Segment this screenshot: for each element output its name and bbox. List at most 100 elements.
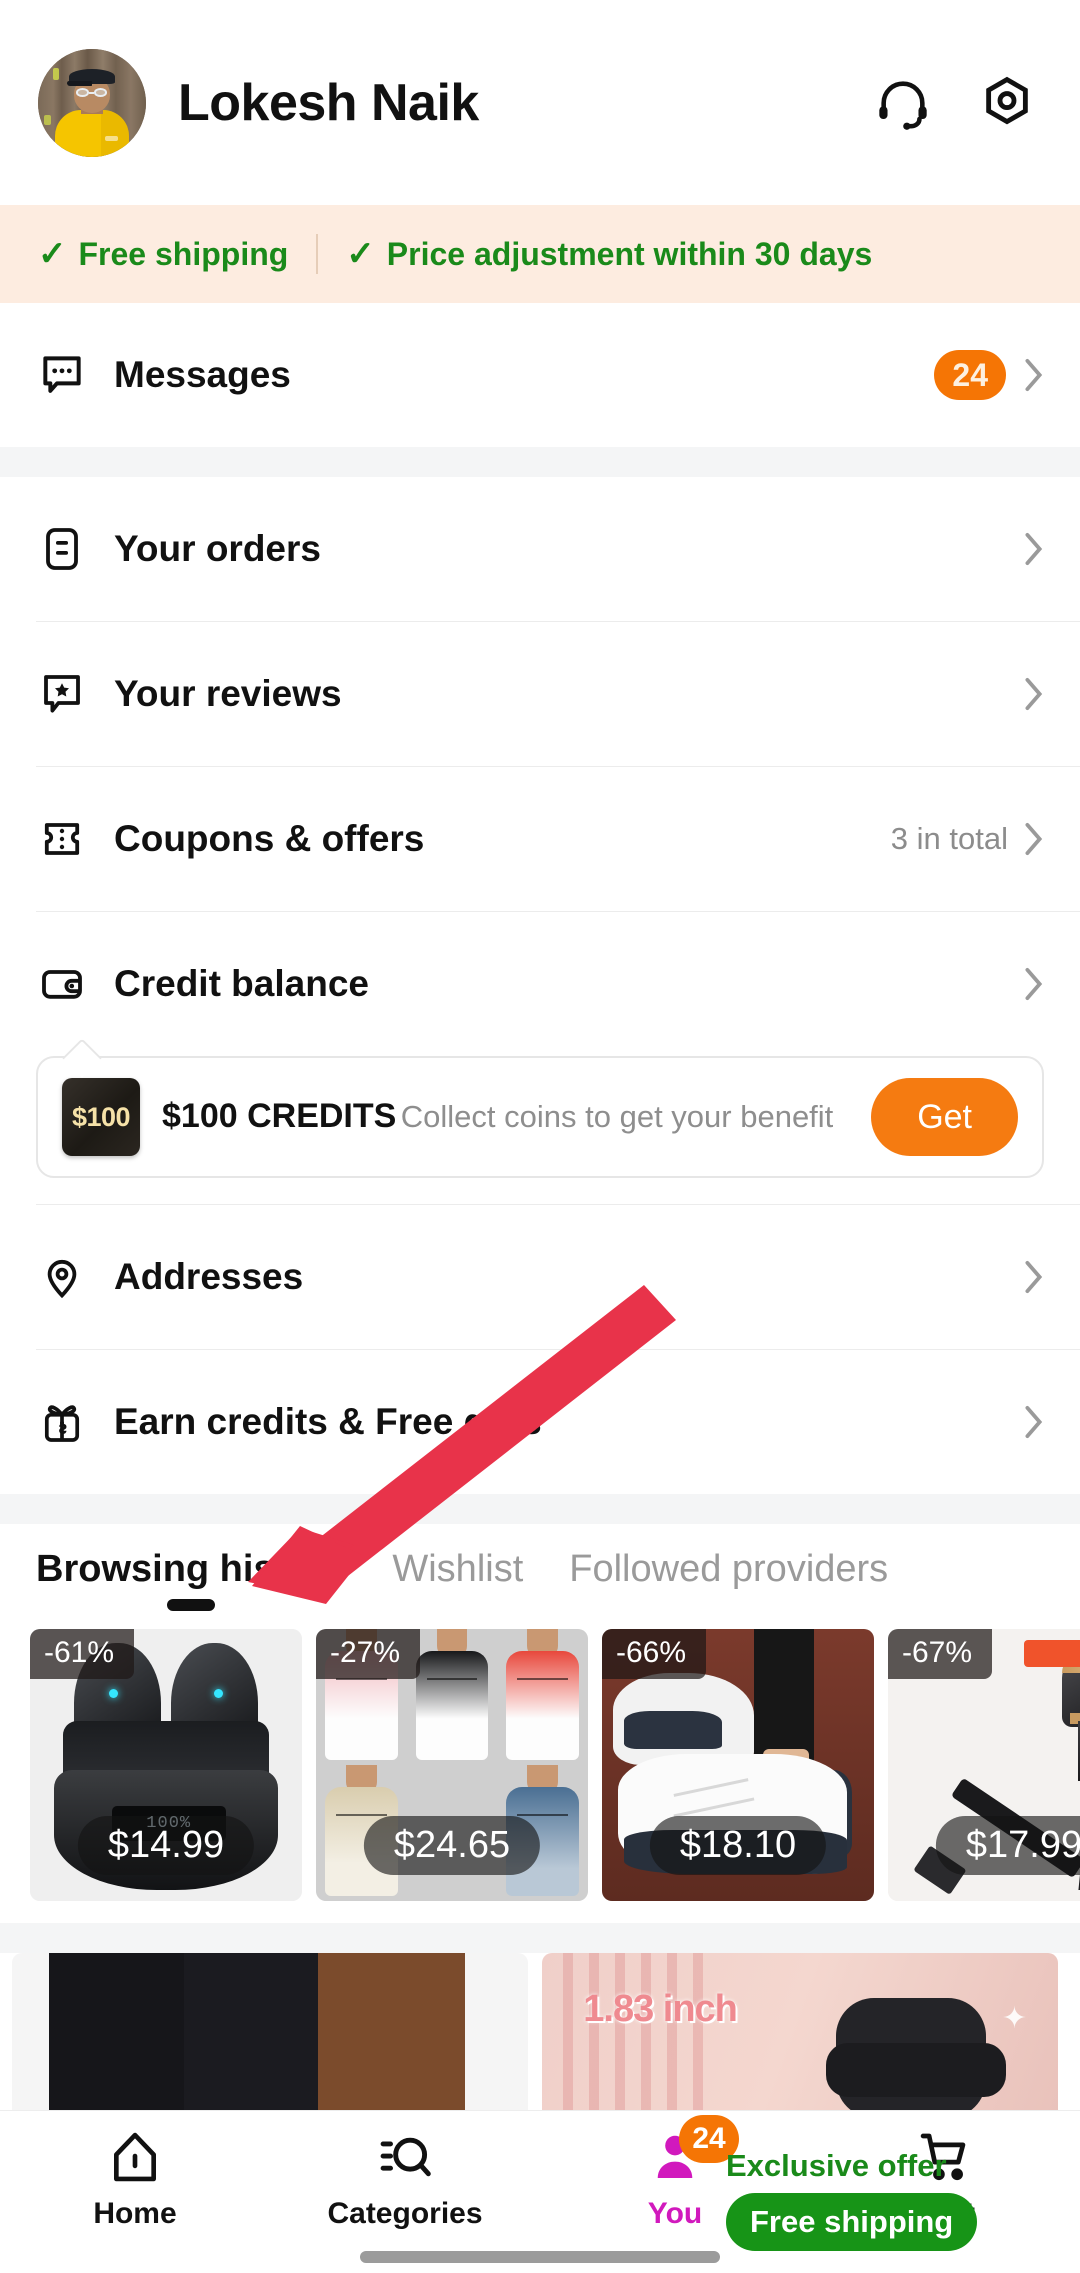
credit-promo-wrap: $100 $100 CREDITS Collect coins to get y… [0,1056,1080,1204]
product-card-vacuum[interactable]: -67% $17.99 [888,1629,1080,1901]
bottom-navigation: Home Categories 24 You Exclusive offer F… [0,2110,1080,2273]
price-label: $24.65 [363,1816,541,1875]
sneaker-back-pattern [623,1710,722,1749]
nav-item-categories[interactable]: Categories [270,2127,540,2231]
review-star-icon [36,668,88,720]
section-gap-3 [0,1923,1080,1953]
get-credits-button[interactable]: Get [871,1078,1018,1156]
chevron-right-icon [1025,1405,1043,1439]
shirt-red [497,1629,588,1765]
section-gap-2 [0,1494,1080,1524]
tab-followed-providers[interactable]: Followed providers [569,1548,888,1613]
chevron-right-icon [1025,677,1043,711]
hexagon-gear-icon[interactable] [972,68,1042,138]
user-name: Lokesh Naik [178,73,479,132]
shirt-black [407,1629,498,1765]
headset-icon[interactable] [868,68,938,138]
avatar[interactable] [38,48,146,157]
product-card-sneakers[interactable]: -66% $18.10 [602,1629,874,1901]
promo-item-free-shipping: ✓ Free shipping [38,236,288,273]
messages-section: Messages 24 [0,303,1080,447]
tab-browsing-history[interactable]: Browsing history [36,1548,346,1613]
nav-item-home[interactable]: Home [0,2127,270,2231]
wallet-icon [36,958,88,1010]
row-right-credit-balance [1024,967,1044,1001]
row-addresses[interactable]: Addresses [0,1205,1080,1349]
recommendation-card-smartwatch[interactable]: 1.83 inch ✦ [542,1953,1058,2113]
recommendations-grid: 1.83 inch ✦ [0,1953,1080,2113]
coupons-count: 3 in total [890,821,1008,856]
shirt-script [335,1813,387,1816]
shirt-black-2 [183,1953,331,2113]
row-messages[interactable]: Messages 24 [0,303,1080,447]
product-card-earbuds[interactable]: 100% -61% $14.99 [30,1629,302,1901]
tab-active-underline [167,1599,216,1611]
free-shipping-pill: Free shipping [726,2193,978,2251]
row-label-messages: Messages [114,354,291,395]
chevron-right-icon [1025,358,1043,392]
earbud-led-left [108,1688,118,1698]
nav-label-categories: Categories [327,2197,483,2230]
avatar-leaf-2 [44,115,52,126]
row-earn-credits-free-gifts[interactable]: Earn credits & Free gifts [0,1350,1080,1494]
row-label-earn-credits-free-gifts: Earn credits & Free gifts [114,1401,542,1442]
receipt-icon [36,523,88,575]
row-label-coupons-offers: Coupons & offers [114,818,425,859]
avatar-leaf-1 [53,67,60,80]
tab-wishlist[interactable]: Wishlist [392,1548,523,1613]
credit-title: $100 CREDITS [162,1096,397,1135]
price-label: $18.10 [649,1816,827,1875]
row-label-credit-balance: Credit balance [114,963,369,1004]
recommendation-card-shirts[interactable] [12,1953,528,2113]
discount-badge: -61% [30,1629,135,1679]
shirt-body [506,1650,579,1760]
browsing-history-strip[interactable]: 100% -61% $14.99 -27% $24.65 [0,1613,1080,1923]
chevron-right-icon [1025,1260,1043,1294]
shirt-brown [317,1953,465,2113]
tab-label-followed-providers: Followed providers [569,1548,889,1590]
smartwatch-strap [826,2042,1007,2097]
row-label-your-orders: Your orders [114,528,321,569]
person-icon: 24 [647,2115,739,2187]
tab-label-browsing-history: Browsing history [36,1548,347,1590]
price-label: $14.99 [77,1816,255,1875]
row-your-reviews[interactable]: Your reviews [0,622,1080,766]
check-icon: ✓ [346,235,375,273]
row-right-coupons-offers: 3 in total [891,821,1044,857]
check-icon: ✓ [38,235,67,273]
row-label-addresses: Addresses [114,1256,304,1297]
chat-bubble-icon [36,349,88,401]
product-card-t-shirts[interactable]: -27% $24.65 [316,1629,588,1901]
row-credit-balance[interactable]: Credit balance [0,912,1080,1056]
credit-texts: $100 CREDITS Collect coins to get your b… [162,1097,833,1137]
credit-promo-card[interactable]: $100 $100 CREDITS Collect coins to get y… [36,1056,1044,1178]
earbud-led-right [214,1688,224,1698]
shirt-black [49,1953,197,2113]
price-label: $17.99 [935,1816,1080,1875]
row-right-earn-credits [1024,1405,1044,1439]
avatar-glasses-left [75,88,89,98]
ticket-icon [36,813,88,865]
account-menu-section: Your orders Your reviews Coupons & offer… [0,477,1080,1494]
location-pin-icon [36,1251,88,1303]
row-your-orders[interactable]: Your orders [0,477,1080,621]
credit-subtitle: Collect coins to get your benefit [400,1098,834,1134]
promo-separator [316,234,319,274]
avatar-cap-brim [67,80,92,87]
section-gap-1 [0,447,1080,477]
exclusive-offer-text: Exclusive offer [726,2148,947,2183]
header: Lokesh Naik [0,0,1080,205]
shirt-script [517,1677,569,1680]
exclusive-offer-block[interactable]: Exclusive offer Free shipping [726,2150,1056,2251]
row-coupons-offers[interactable]: Coupons & offers 3 in total [0,767,1080,911]
background-stripes [562,1953,708,2113]
gift-icon [36,1396,88,1448]
shirt-body [415,1650,489,1760]
avatar-shirt-logo [104,136,118,142]
chevron-right-icon [1025,822,1043,856]
account-screen: Lokesh Naik ✓ Free shipping ✓ Price adju… [0,0,1080,2273]
chevron-right-icon [1025,967,1043,1001]
credit-coin-icon: $100 [62,1078,140,1156]
rec-model-3 [311,1953,471,2113]
row-right-messages: 24 [934,350,1044,400]
